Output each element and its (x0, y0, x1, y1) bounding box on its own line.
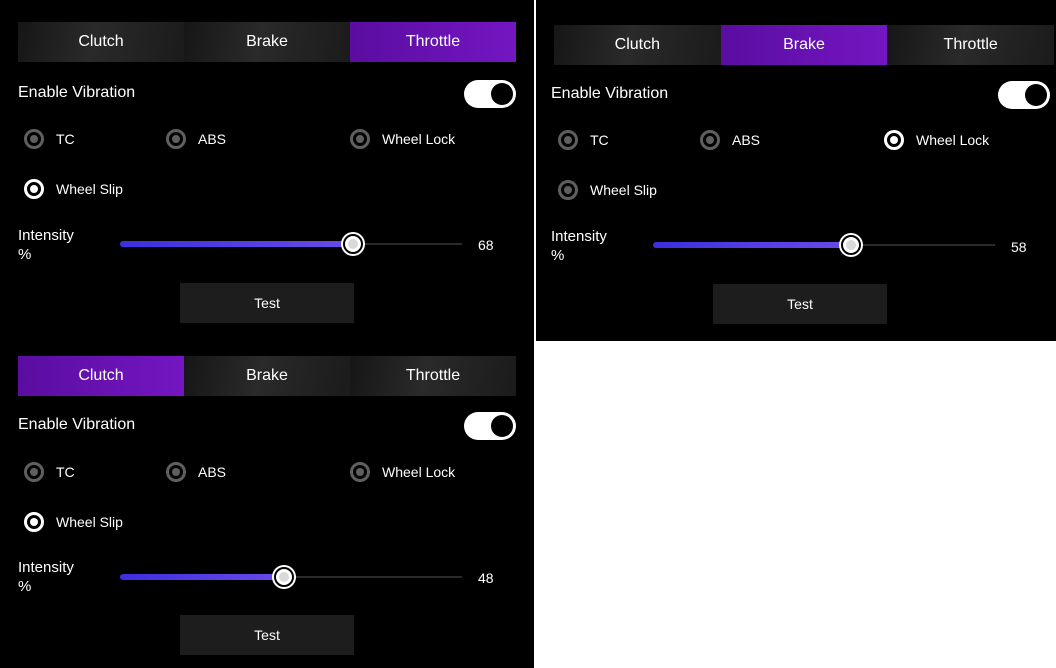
intensity-value: 58 (1011, 239, 1027, 255)
tab-brake[interactable]: Brake (720, 25, 888, 65)
enable-vibration-toggle[interactable] (998, 81, 1050, 109)
enable-vibration-label: Enable Vibration (551, 85, 669, 102)
vibration-panel-clutch: Clutch Brake Throttle Enable Vibration T… (0, 334, 534, 668)
radio-label: Wheel Lock (382, 131, 456, 147)
pedal-tabs: Clutch Brake Throttle (18, 22, 516, 62)
radio-label: ABS (198, 464, 227, 480)
intensity-label-line2: % (551, 247, 565, 264)
test-button-label: Test (254, 295, 280, 311)
radio-ring-icon (24, 179, 44, 199)
vibration-panel-throttle: Clutch Brake Throttle Enable Vibration T… (0, 0, 534, 334)
toggle-knob (1025, 84, 1047, 106)
radio-label: ABS (732, 132, 761, 148)
radio-label: TC (56, 464, 75, 480)
test-button-label: Test (254, 627, 280, 643)
intensity-label-line2: % (18, 578, 32, 595)
radio-ring-icon (24, 129, 44, 149)
radio-ring-icon (558, 130, 578, 150)
radio-ring-icon (166, 129, 186, 149)
tab-throttle[interactable]: Throttle (350, 22, 516, 62)
radio-ring-icon (884, 130, 904, 150)
intensity-slider[interactable] (120, 234, 462, 254)
test-button[interactable]: Test (180, 283, 354, 323)
tab-clutch[interactable]: Clutch (18, 22, 184, 62)
intensity-value: 68 (478, 237, 494, 253)
radio-label: ABS (198, 131, 227, 147)
test-button[interactable]: Test (713, 284, 887, 324)
intensity-slider[interactable] (653, 235, 995, 255)
tab-throttle[interactable]: Throttle (350, 356, 516, 396)
intensity-label: Intensity % (551, 227, 607, 265)
tab-brake[interactable]: Brake (184, 356, 350, 396)
radio-wheel-slip[interactable]: Wheel Slip (24, 179, 123, 199)
radio-label: Wheel Slip (590, 182, 657, 198)
radio-ring-icon (558, 180, 578, 200)
enable-vibration-toggle[interactable] (464, 412, 516, 440)
intensity-label-line1: Intensity (551, 228, 607, 245)
slider-fill (653, 242, 852, 248)
radio-wheel-slip[interactable]: Wheel Slip (558, 180, 657, 200)
intensity-label-line2: % (18, 246, 32, 263)
tab-label: Throttle (405, 33, 461, 50)
toggle-knob (491, 83, 513, 105)
tab-label: Throttle (943, 36, 998, 53)
radio-ring-icon (350, 462, 370, 482)
slider-fill (120, 241, 353, 247)
tab-label: Clutch (614, 36, 661, 53)
intensity-value: 48 (478, 570, 494, 586)
intensity-label-line1: Intensity (18, 559, 74, 576)
toggle-knob (491, 415, 513, 437)
enable-vibration-label: Enable Vibration (18, 416, 136, 433)
radio-ring-icon (350, 129, 370, 149)
tab-label: Throttle (405, 367, 461, 384)
tab-label: Clutch (78, 367, 124, 384)
radio-label: TC (56, 131, 75, 147)
radio-tc[interactable]: TC (24, 129, 75, 149)
radio-wheel-lock[interactable]: Wheel Lock (350, 462, 455, 482)
radio-wheel-lock[interactable]: Wheel Lock (350, 129, 455, 149)
tab-label: Brake (246, 367, 288, 384)
intensity-label: Intensity % (18, 558, 74, 596)
radio-wheel-lock[interactable]: Wheel Lock (884, 130, 989, 150)
radio-label: Wheel Lock (916, 132, 990, 148)
radio-label: Wheel Lock (382, 464, 456, 480)
slider-thumb[interactable] (274, 567, 295, 587)
tab-clutch[interactable]: Clutch (554, 25, 721, 65)
slider-thumb[interactable] (342, 234, 363, 254)
intensity-slider[interactable] (120, 567, 462, 587)
radio-ring-icon (166, 462, 186, 482)
tab-throttle[interactable]: Throttle (887, 25, 1055, 65)
radio-wheel-slip[interactable]: Wheel Slip (24, 512, 123, 532)
radio-tc[interactable]: TC (558, 130, 609, 150)
enable-vibration-label: Enable Vibration (18, 84, 136, 101)
pedal-tabs: Clutch Brake Throttle (18, 356, 516, 396)
radio-tc[interactable]: TC (24, 462, 75, 482)
radio-ring-icon (24, 512, 44, 532)
slider-thumb[interactable] (841, 235, 862, 255)
radio-label: Wheel Slip (56, 181, 123, 197)
radio-ring-icon (24, 462, 44, 482)
enable-vibration-toggle[interactable] (464, 80, 516, 108)
vibration-panel-brake: Clutch Brake Throttle Enable Vibration T… (536, 0, 1056, 341)
radio-label: TC (590, 132, 609, 148)
test-button[interactable]: Test (180, 615, 354, 655)
pedal-tabs: Clutch Brake Throttle (554, 25, 1055, 65)
radio-abs[interactable]: ABS (166, 462, 226, 482)
tab-brake[interactable]: Brake (184, 22, 350, 62)
radio-label: Wheel Slip (56, 514, 123, 530)
slider-fill (120, 574, 285, 580)
radio-ring-icon (700, 130, 720, 150)
intensity-label: Intensity % (18, 226, 74, 264)
tab-label: Brake (783, 36, 825, 53)
radio-abs[interactable]: ABS (166, 129, 226, 149)
tab-label: Clutch (78, 33, 124, 50)
tab-clutch[interactable]: Clutch (18, 356, 184, 396)
test-button-label: Test (787, 296, 813, 312)
intensity-label-line1: Intensity (18, 227, 74, 244)
tab-label: Brake (246, 33, 288, 50)
radio-abs[interactable]: ABS (700, 130, 760, 150)
